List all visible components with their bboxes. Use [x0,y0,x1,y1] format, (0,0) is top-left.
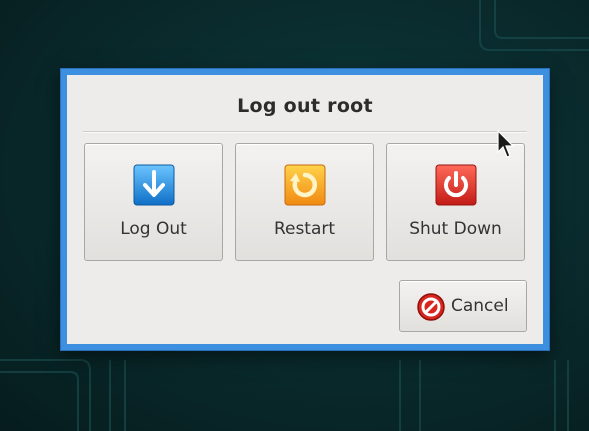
log-out-button[interactable]: Log Out [84,143,223,261]
logout-dialog: Log out root Log Out Restart Shut Down C… [61,69,549,350]
title-separator [83,131,527,133]
restart-icon [284,164,325,206]
dialog-title: Log out root [237,95,373,117]
restart-label: Restart [273,219,336,239]
restart-button[interactable]: Restart [235,143,374,261]
shut-down-button[interactable]: Shut Down [386,143,525,261]
mouse-pointer-icon [497,130,515,158]
log-out-label: Log Out [120,219,187,239]
no-entry-icon [417,293,445,321]
power-icon [435,164,476,206]
shut-down-label: Shut Down [409,219,502,239]
cancel-button[interactable]: Cancel [399,280,527,332]
cancel-label: Cancel [451,296,509,316]
arrow-down-icon [133,164,174,206]
